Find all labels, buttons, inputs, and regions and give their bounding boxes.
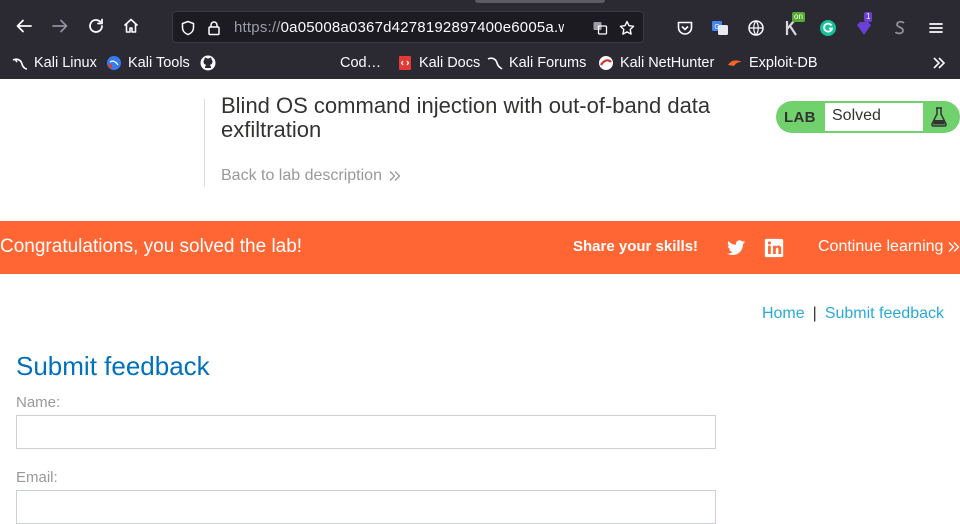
solved-banner: Congratulations, you solved the lab! Sha… xyxy=(0,221,960,274)
k-extension-icon[interactable]: on xyxy=(782,12,805,38)
double-chevron-right-icon xyxy=(931,55,947,71)
github-icon xyxy=(200,55,216,71)
bookmark-kali-linux[interactable]: Kali Linux xyxy=(12,53,97,73)
bookmark-label: Kali Docs xyxy=(419,55,481,71)
lab-header: Blind OS command injection with out-of-b… xyxy=(0,79,960,221)
bookmarks-overflow-button[interactable] xyxy=(931,53,947,73)
pocket-icon[interactable] xyxy=(675,18,695,38)
bookmark-exploit-db[interactable]: Exploit-DB xyxy=(727,53,818,73)
page-nav-links: Home | Submit feedback xyxy=(762,305,944,323)
home-icon xyxy=(123,18,139,33)
bookmark-label: Cod… xyxy=(340,55,382,71)
lab-status-widget: LAB Solved xyxy=(776,101,960,133)
reload-button[interactable] xyxy=(81,11,111,41)
star-icon[interactable] xyxy=(618,19,636,37)
bookmark-kali-nethunter[interactable]: Kali NetHunter xyxy=(598,53,714,73)
bookmark-label: Exploit-DB xyxy=(749,55,818,71)
forward-button[interactable] xyxy=(45,11,75,41)
reload-icon xyxy=(89,18,103,33)
bookmark-label: Kali Linux xyxy=(34,55,97,71)
url-protocol: https:// xyxy=(234,19,281,36)
name-label: Name: xyxy=(16,394,61,411)
name-field[interactable] xyxy=(16,415,716,449)
lab-status-value: Solved xyxy=(825,103,923,131)
grammarly-icon[interactable] xyxy=(818,18,838,38)
translate-icon[interactable]: G xyxy=(710,18,730,38)
bookmark-kali-forums[interactable]: Kali Forums xyxy=(487,53,586,73)
url-bar[interactable]: https://0a05008a0367d4278192897400e6005a… xyxy=(172,11,644,43)
flask-icon xyxy=(931,107,947,127)
arrow-right-icon xyxy=(52,19,68,33)
bookmark-label: Kali NetHunter xyxy=(620,55,715,71)
translate-page-icon[interactable] xyxy=(591,19,609,37)
lab-title: Blind OS command injection with out-of-b… xyxy=(221,93,711,142)
bookmark-github[interactable] xyxy=(200,53,216,73)
back-button[interactable] xyxy=(9,11,39,41)
tab-strip-hint xyxy=(475,0,605,3)
congratulations-message: Congratulations, you solved the lab! xyxy=(0,236,303,257)
url-host: 0a05008a0367d4278192897400e6005a.web-sec… xyxy=(280,19,564,36)
bookmarks-toolbar: Kali Linux Kali Tools Cod… Kali Docs Kal… xyxy=(0,50,960,76)
menu-icon[interactable] xyxy=(926,18,946,38)
nav-separator: | xyxy=(812,305,817,322)
home-button[interactable] xyxy=(116,11,146,41)
back-to-lab-description-link[interactable]: Back to lab description xyxy=(221,167,402,185)
share-skills-label: Share your skills! xyxy=(573,238,699,255)
twitter-icon[interactable] xyxy=(725,237,747,259)
extension-badge: on xyxy=(792,12,805,22)
globe-icon[interactable] xyxy=(746,18,766,38)
submit-feedback-link[interactable]: Submit feedback xyxy=(825,305,944,322)
kali-tools-icon xyxy=(106,55,122,71)
email-field[interactable] xyxy=(16,490,716,524)
home-link[interactable]: Home xyxy=(762,305,805,322)
arrow-left-icon xyxy=(16,19,32,33)
browser-chrome: https://0a05008a0367d4278192897400e6005a… xyxy=(0,0,960,79)
page-title: Submit feedback xyxy=(16,351,210,381)
svg-text:G: G xyxy=(714,23,719,31)
lock-icon[interactable] xyxy=(205,19,223,37)
email-label: Email: xyxy=(16,469,58,486)
bookmark-kali-tools[interactable]: Kali Tools xyxy=(106,53,190,73)
nethunter-icon xyxy=(598,55,614,71)
continue-learning-label: Continue learning xyxy=(818,238,944,255)
ublock-icon[interactable]: 1 xyxy=(854,12,874,38)
continue-learning-link[interactable]: Continue learning xyxy=(818,238,960,256)
navigation-toolbar: https://0a05008a0367d4278192897400e6005a… xyxy=(0,8,960,46)
exploit-db-icon xyxy=(727,55,743,71)
linkedin-icon[interactable] xyxy=(763,237,785,259)
bookmark-label: Kali Tools xyxy=(128,55,190,71)
s-extension-icon[interactable] xyxy=(890,18,910,38)
url-text[interactable]: https://0a05008a0367d4278192897400e6005a… xyxy=(234,19,564,37)
lab-status-label: LAB xyxy=(784,109,816,126)
kali-docs-icon xyxy=(397,55,413,71)
double-chevron-right-icon xyxy=(389,171,401,181)
kali-forums-icon xyxy=(487,55,503,71)
extension-badge: 1 xyxy=(864,12,873,22)
kali-dragon-icon xyxy=(12,55,28,71)
back-link-label: Back to lab description xyxy=(221,167,382,184)
bookmark-kali-docs[interactable]: Kali Docs xyxy=(397,53,480,73)
bookmark-label: Kali Forums xyxy=(509,55,587,71)
bookmark-cod[interactable]: Cod… xyxy=(340,53,381,73)
double-chevron-right-icon xyxy=(948,242,960,252)
header-divider xyxy=(204,99,205,187)
shield-icon[interactable] xyxy=(179,19,197,37)
